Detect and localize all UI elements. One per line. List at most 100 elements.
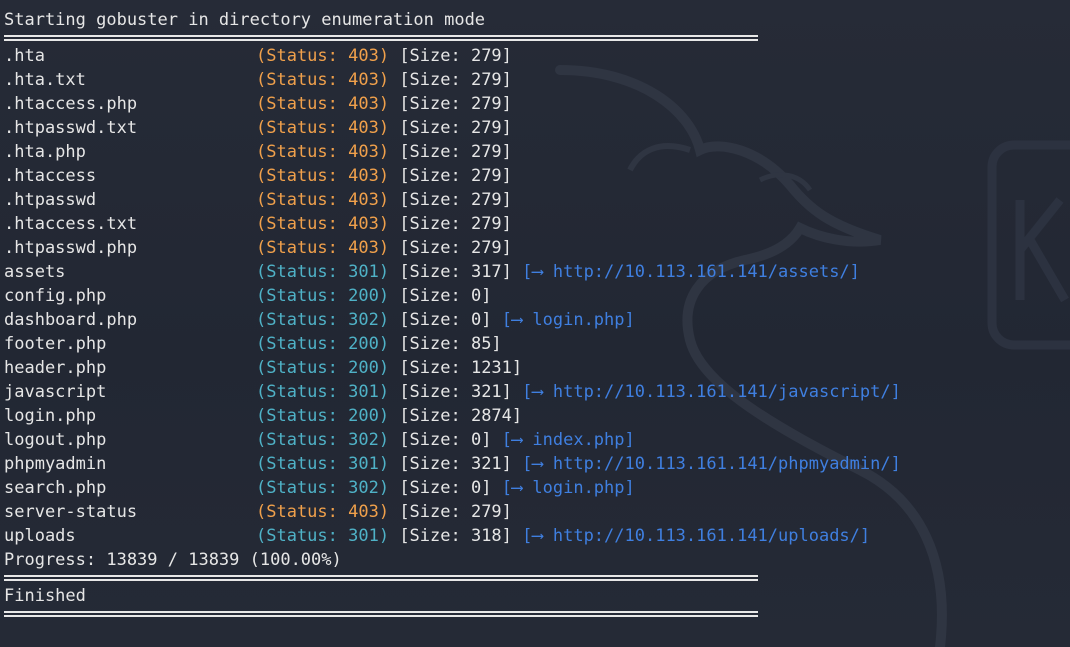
result-row: .hta.txt (Status: 403) [Size: 279] [4,68,1066,92]
separator-middle [4,572,758,584]
result-row: assets (Status: 301) [Size: 317] [⟶ http:… [4,260,1066,284]
result-row: logout.php (Status: 302) [Size: 0] [⟶ ind… [4,428,1066,452]
result-row: search.php (Status: 302) [Size: 0] [⟶ log… [4,476,1066,500]
result-status: (Status: 200) [256,406,390,426]
result-path: phpmyadmin [4,454,107,474]
result-row: footer.php (Status: 200) [Size: 85] [4,332,1066,356]
result-row: .htaccess.txt (Status: 403) [Size: 279] [4,212,1066,236]
result-status: (Status: 403) [256,70,390,90]
result-status: (Status: 200) [256,334,390,354]
result-redirect: [⟶ http://10.113.161.141/uploads/] [522,526,871,546]
result-path: header.php [4,358,107,378]
result-redirect: [⟶ http://10.113.161.141/javascript/] [522,382,901,402]
result-size: [Size: 0] [399,430,492,450]
result-status: (Status: 403) [256,94,390,114]
result-path: javascript [4,382,107,402]
results-list: .hta (Status: 403) [Size: 279] .hta.txt (St… [4,44,1066,548]
result-size: [Size: 321] [399,454,512,474]
result-size: [Size: 279] [399,94,512,114]
result-path: uploads [4,526,76,546]
result-path: .hta.php [4,142,86,162]
result-status: (Status: 403) [256,238,390,258]
result-size: [Size: 318] [399,526,512,546]
result-row: server-status (Status: 403) [Size: 279] [4,500,1066,524]
result-status: (Status: 200) [256,358,390,378]
result-path: search.php [4,478,107,498]
result-status: (Status: 302) [256,310,390,330]
result-row: .hta (Status: 403) [Size: 279] [4,44,1066,68]
result-status: (Status: 403) [256,190,390,210]
result-status: (Status: 302) [256,478,390,498]
result-status: (Status: 301) [256,262,390,282]
result-status: (Status: 200) [256,286,390,306]
result-path: .hta.txt [4,70,86,90]
result-row: header.php (Status: 200) [Size: 1231] [4,356,1066,380]
result-row: .htaccess (Status: 403) [Size: 279] [4,164,1066,188]
progress-line: Progress: 13839 / 13839 (100.00%) [4,550,342,570]
terminal-window[interactable]: Starting gobuster in directory enumerati… [0,0,1070,647]
result-status: (Status: 403) [256,214,390,234]
result-size: [Size: 279] [399,118,512,138]
result-redirect: [⟶ index.php] [501,430,635,450]
result-path: .hta [4,46,45,66]
finished-line: Finished [4,586,86,606]
result-size: [Size: 0] [399,310,492,330]
result-row: .htaccess.php (Status: 403) [Size: 279] [4,92,1066,116]
result-path: .htaccess.txt [4,214,138,234]
result-path: .htpasswd [4,190,97,210]
header-line: Starting gobuster in directory enumerati… [4,10,486,30]
result-size: [Size: 279] [399,238,512,258]
result-redirect: [⟶ login.php] [501,310,635,330]
result-size: [Size: 279] [399,70,512,90]
result-status: (Status: 301) [256,382,390,402]
result-size: [Size: 279] [399,214,512,234]
result-path: dashboard.php [4,310,138,330]
result-size: [Size: 2874] [399,406,523,426]
result-path: assets [4,262,66,282]
result-status: (Status: 301) [256,526,390,546]
result-size: [Size: 279] [399,190,512,210]
result-status: (Status: 301) [256,454,390,474]
separator-top [4,32,758,44]
result-path: login.php [4,406,97,426]
result-row: login.php (Status: 200) [Size: 2874] [4,404,1066,428]
result-size: [Size: 279] [399,502,512,522]
result-path: footer.php [4,334,107,354]
result-redirect: [⟶ http://10.113.161.141/phpmyadmin/] [522,454,901,474]
result-size: [Size: 1231] [399,358,523,378]
result-row: config.php (Status: 200) [Size: 0] [4,284,1066,308]
result-path: logout.php [4,430,107,450]
result-status: (Status: 403) [256,142,390,162]
result-size: [Size: 0] [399,286,492,306]
result-status: (Status: 403) [256,502,390,522]
result-row: dashboard.php (Status: 302) [Size: 0] [⟶ … [4,308,1066,332]
result-size: [Size: 279] [399,166,512,186]
result-row: .htpasswd.php (Status: 403) [Size: 279] [4,236,1066,260]
result-row: .hta.php (Status: 403) [Size: 279] [4,140,1066,164]
result-row: uploads (Status: 301) [Size: 318] [⟶ http… [4,524,1066,548]
result-path: .htaccess.php [4,94,138,114]
result-status: (Status: 302) [256,430,390,450]
result-path: .htpasswd.txt [4,118,138,138]
result-row: .htpasswd.txt (Status: 403) [Size: 279] [4,116,1066,140]
result-status: (Status: 403) [256,118,390,138]
result-path: server-status [4,502,138,522]
result-path: config.php [4,286,107,306]
result-redirect: [⟶ http://10.113.161.141/assets/] [522,262,860,282]
result-size: [Size: 279] [399,46,512,66]
result-row: phpmyadmin (Status: 301) [Size: 321] [⟶ h… [4,452,1066,476]
result-size: [Size: 0] [399,478,492,498]
separator-bottom [4,608,758,620]
result-size: [Size: 279] [399,142,512,162]
result-status: (Status: 403) [256,166,390,186]
result-size: [Size: 321] [399,382,512,402]
result-row: .htpasswd (Status: 403) [Size: 279] [4,188,1066,212]
result-size: [Size: 85] [399,334,502,354]
result-size: [Size: 317] [399,262,512,282]
result-redirect: [⟶ login.php] [501,478,635,498]
result-path: .htpasswd.php [4,238,138,258]
terminal-output: Starting gobuster in directory enumerati… [4,8,1066,620]
result-path: .htaccess [4,166,97,186]
result-status: (Status: 403) [256,46,390,66]
result-row: javascript (Status: 301) [Size: 321] [⟶ h… [4,380,1066,404]
